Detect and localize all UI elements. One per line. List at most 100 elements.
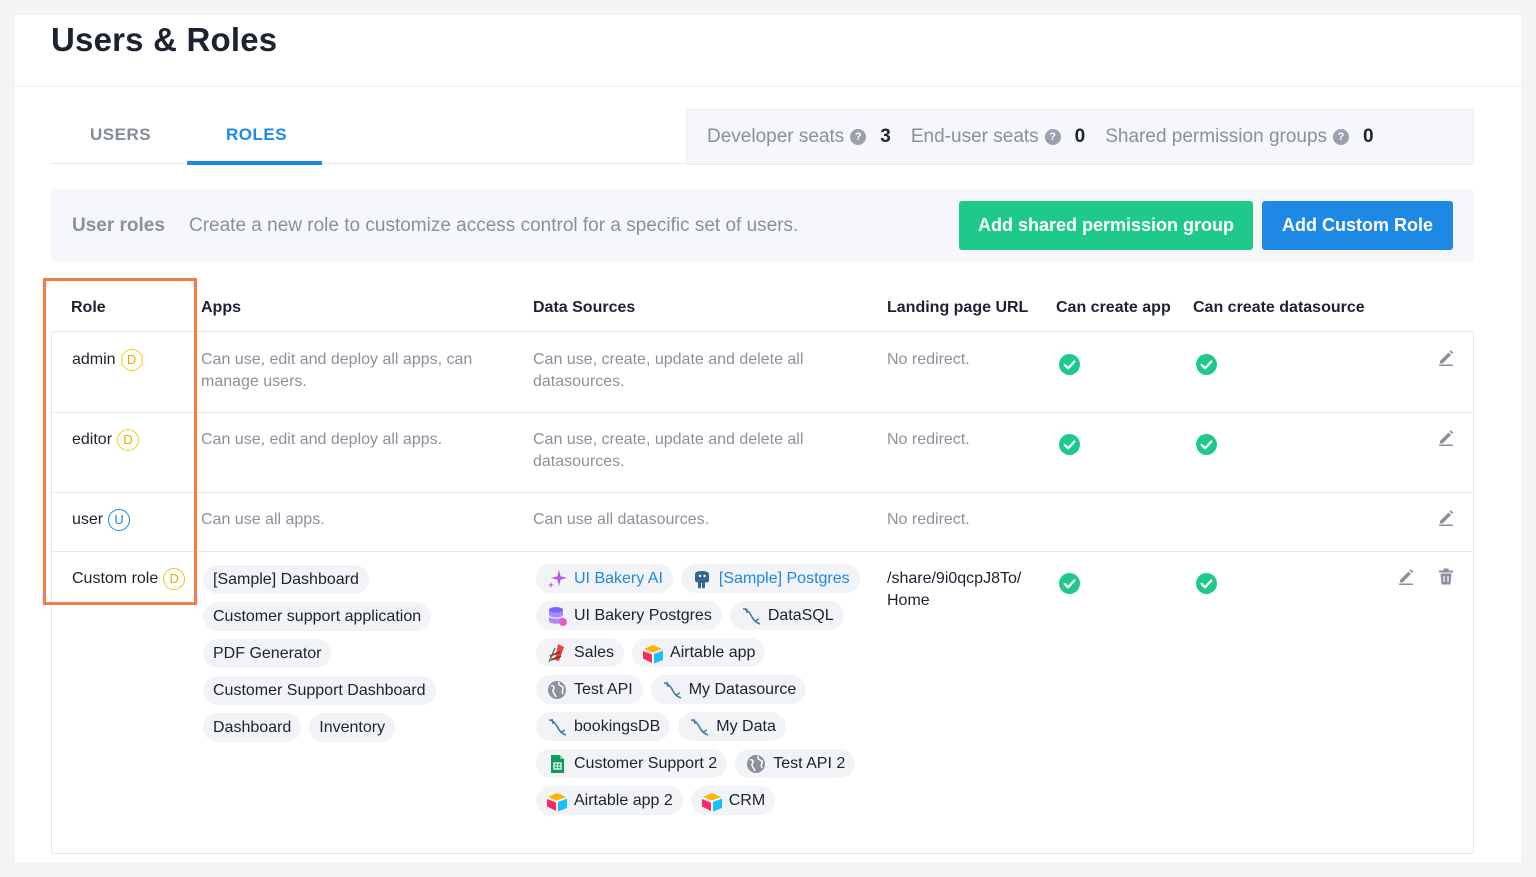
- editor-landing-url: No redirect.: [887, 431, 970, 448]
- end-user-badge: U: [108, 509, 131, 531]
- datasource-chip: bookingsDB: [536, 712, 671, 741]
- datasource-chip: Test API: [536, 675, 643, 704]
- datasource-chip: UI Bakery AI: [536, 564, 673, 593]
- tab-bar: USERS ROLES: [51, 107, 686, 165]
- check-circle-icon: [1059, 434, 1080, 455]
- tab-roles[interactable]: ROLES: [226, 125, 287, 145]
- user-apps-permission: Can use all apps.: [201, 511, 325, 528]
- add-custom-role-button[interactable]: Add Custom Role: [1262, 201, 1453, 250]
- datasource-label: CRM: [728, 791, 766, 809]
- check-circle-icon: [1196, 573, 1217, 594]
- mysql-icon: [548, 718, 567, 736]
- check-circle-icon: [1196, 354, 1217, 375]
- column-header-data-sources: Data Sources: [533, 299, 636, 316]
- row-divider: [52, 412, 1473, 413]
- app-chip: Customer support application: [203, 602, 432, 631]
- postgres-icon: [694, 570, 709, 588]
- help-icon[interactable]: ?: [1044, 129, 1061, 145]
- developer-badge: D: [163, 568, 186, 590]
- admin-landing-url: No redirect.: [887, 351, 970, 368]
- end-user-seats-label: End-user seats: [910, 126, 1039, 147]
- developer-badge: D: [117, 429, 140, 451]
- airtable-icon: [547, 792, 567, 811]
- column-header-apps: Apps: [201, 299, 241, 316]
- role-name-user: user U: [72, 509, 131, 531]
- help-icon[interactable]: ?: [850, 129, 867, 145]
- editor-datasources-permission: Can use, create, update and delete all d…: [533, 431, 804, 470]
- mysql-icon: [742, 607, 761, 625]
- datasource-chip: Customer Support 2: [536, 749, 728, 778]
- check-circle-icon: [1196, 434, 1217, 455]
- mysql-icon: [691, 718, 709, 736]
- datasource-label: Airtable app: [670, 643, 756, 661]
- role-name-custom-role: Custom role D: [72, 568, 186, 590]
- datasource-label: bookingsDB: [574, 717, 661, 735]
- datasource-chip: CRM: [690, 786, 776, 815]
- datasource-chip: My Data: [678, 712, 786, 741]
- end-user-seats-value: 0: [1074, 126, 1086, 147]
- trash-icon[interactable]: [1438, 568, 1454, 585]
- custom-role-landing-url: /share/9i0qcpJ8To/ Home: [887, 570, 1022, 609]
- tab-users[interactable]: USERS: [90, 125, 151, 145]
- role-name-text: editor: [72, 431, 113, 448]
- edit-pencil-icon[interactable]: [1438, 509, 1454, 526]
- datasource-chip: Test API 2: [735, 749, 856, 778]
- datasource-label: UI Bakery AI: [574, 569, 663, 587]
- developer-seats-label: Developer seats: [707, 126, 845, 147]
- app-chip: Dashboard: [203, 713, 302, 742]
- help-icon[interactable]: ?: [1333, 129, 1350, 145]
- check-circle-icon: [1059, 354, 1080, 375]
- check-circle-icon: [1059, 573, 1080, 594]
- datasource-chip: [Sample] Postgres: [680, 564, 860, 593]
- column-header-role: Role: [71, 299, 106, 316]
- page-title: Users & Roles: [51, 21, 278, 58]
- user-datasources-permission: Can use all datasources.: [533, 511, 710, 528]
- google-sheets-icon: [551, 754, 564, 773]
- shared-groups-label: Shared permission groups: [1105, 126, 1328, 147]
- datasource-label: My Datasource: [688, 680, 797, 698]
- ai-sparkle-icon: [548, 569, 567, 588]
- datasource-chip: UI Bakery Postgres: [536, 601, 722, 630]
- role-name-admin: admin D: [72, 349, 143, 371]
- admin-apps-permission: Can use, edit and deploy all apps, can m…: [201, 351, 473, 390]
- seats-summary: Developer seats ? 3 End-user seats ? 0 S…: [686, 109, 1474, 165]
- datasource-label: Sales: [574, 643, 615, 661]
- datasource-label: [Sample] Postgres: [718, 569, 850, 587]
- title-divider: [15, 86, 1521, 87]
- add-shared-permission-group-button[interactable]: Add shared permission group: [959, 201, 1253, 250]
- datasource-chip: Airtable app: [632, 638, 766, 667]
- datasource-label: DataSQL: [767, 606, 834, 624]
- custom-role-datasources-list: UI Bakery AI [Sample] Postgres UI Bakery…: [536, 564, 881, 823]
- airtable-icon: [643, 644, 664, 663]
- edit-pencil-icon[interactable]: [1438, 429, 1454, 446]
- column-header-landing-url: Landing page URL: [887, 299, 1029, 316]
- app-chip: [Sample] Dashboard: [203, 565, 369, 594]
- app-chip: Customer Support Dashboard: [203, 676, 436, 705]
- column-header-can-create-datasource: Can create datasource: [1193, 299, 1365, 316]
- edit-pencil-icon[interactable]: [1398, 568, 1414, 585]
- developer-badge: D: [120, 349, 143, 371]
- role-name-text: admin: [72, 351, 116, 368]
- user-landing-url: No redirect.: [887, 511, 970, 528]
- mysql-icon: [663, 681, 681, 699]
- datasource-chip: Sales: [536, 638, 625, 667]
- roles-table: Role Apps Data Sources Landing page URL …: [51, 281, 1474, 854]
- user-roles-bar: User roles Create a new role to customiz…: [51, 189, 1474, 262]
- globe-icon: [548, 680, 566, 699]
- app-chip: Inventory: [309, 713, 396, 742]
- admin-datasources-permission: Can use, create, update and delete all d…: [533, 351, 804, 390]
- datasource-label: Customer Support 2: [574, 754, 718, 772]
- datasource-label: Test API: [574, 680, 633, 698]
- users-roles-card: Users & Roles USERS ROLES Developer seat…: [15, 15, 1521, 862]
- role-name-text: user: [72, 511, 104, 528]
- datasource-chip: My Datasource: [650, 675, 807, 704]
- edit-pencil-icon[interactable]: [1438, 349, 1454, 366]
- datasource-label: Test API 2: [773, 754, 846, 772]
- datasource-label: My Data: [716, 717, 776, 735]
- role-name-text: Custom role: [72, 570, 159, 587]
- datasource-label: Airtable app 2: [574, 791, 673, 809]
- editor-apps-permission: Can use, edit and deploy all apps.: [201, 431, 443, 448]
- role-name-editor: editor D: [72, 429, 140, 451]
- active-tab-indicator: [187, 161, 322, 165]
- redis-icon: [548, 643, 564, 662]
